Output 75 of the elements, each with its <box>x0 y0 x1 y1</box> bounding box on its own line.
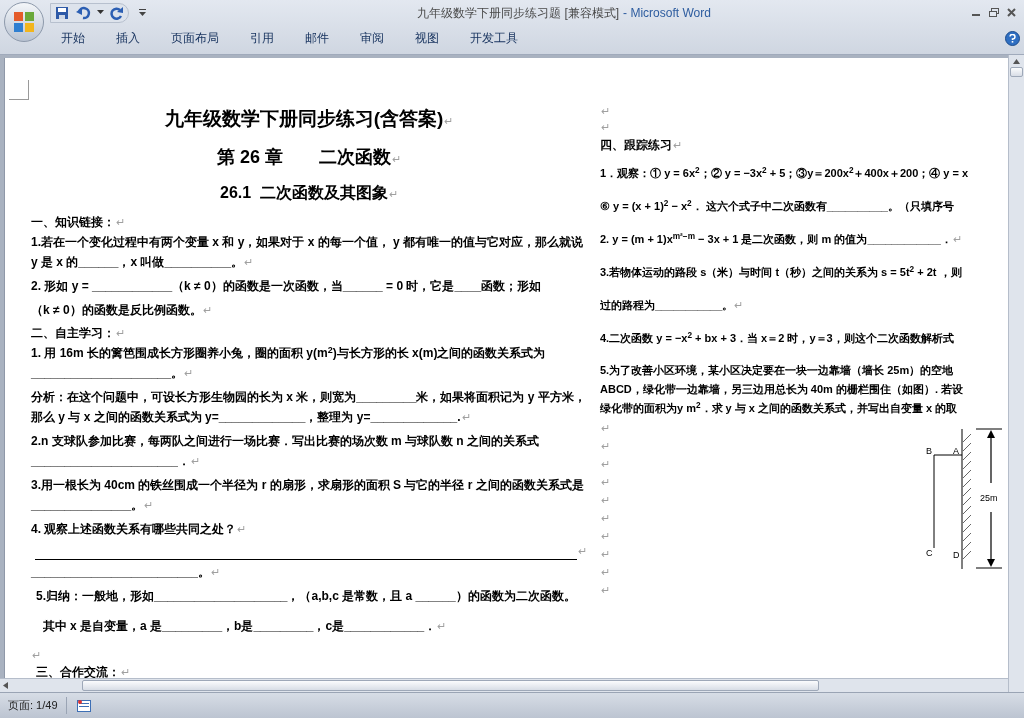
point-label: B <box>926 446 932 456</box>
paragraph-text: 1.若在一个变化过程中有两个变量 x 和 y，如果对于 x 的每一个值， y 都有唯一的值与它对应，那么就说 y 是 x 的______，x 叫做__________。↵ <box>31 235 584 269</box>
scroll-thumb[interactable] <box>1010 67 1023 77</box>
paragraph-mark: ↵ <box>601 422 610 434</box>
point-label: C <box>926 548 933 558</box>
scroll-up-icon[interactable] <box>1013 59 1020 64</box>
customize-toolbar-icon[interactable] <box>139 9 146 16</box>
paragraph-text: 过的路程为___________。↵ <box>600 299 744 311</box>
paragraph-text: 3.用一根长为 40cm 的铁丝围成一个半径为 r 的扇形，求扇形的面积 S 与它的半径 r 之间的函数关系式是_______________。↵ <box>31 478 584 512</box>
section-heading: 一、知识链接：↵ <box>31 215 125 229</box>
document-title: 第 26 章 二次函数↵ <box>217 147 401 167</box>
paragraph-text: _________________________。↵ <box>31 564 220 579</box>
office-button[interactable] <box>4 2 44 42</box>
help-icon[interactable] <box>1005 30 1020 46</box>
ribbon-tab[interactable]: 开始 <box>52 27 94 49</box>
paragraph-text: 三、合作交流：↵ <box>36 664 130 678</box>
paragraph-text: ⑥ y = (x + 1)$^{2}$ − x$^{2}$． 这六个式子中二次函数有__________。（只填序号 <box>600 200 954 212</box>
paragraph-text: 1. 用 16m 长的篱笆围成长方形圈养小兔，圈的面积 y(m$^{2}$)与长方形的长 x(m)之间的函数关系式为_____________________。↵ <box>31 346 546 380</box>
ribbon-tab[interactable]: 邮件 <box>296 27 338 49</box>
paragraph-text: （k ≠ 0）的函数是反比例函数。↵ <box>31 303 212 317</box>
paragraph-text: 2. 形如 y = ____________（k ≠ 0）的函数是一次函数，当______ = 0 时，它是____函数；形如 <box>31 279 542 293</box>
paragraph-mark: ↵ <box>601 548 610 560</box>
point-label: A <box>953 446 959 456</box>
paragraph-mark: ↵ <box>601 121 610 133</box>
paragraph-mark: ↵ <box>32 648 41 661</box>
paragraph-mark: ↵ <box>601 494 610 506</box>
paragraph-text: 2. y = (m + 1)x$^{m²−m}$ − 3x + 1 是二次函数，则 m 的值为____________．↵ <box>600 233 962 245</box>
paragraph-mark: ↵ <box>601 458 610 470</box>
paragraph-mark: ↵ <box>601 512 610 524</box>
scroll-thumb[interactable] <box>82 680 819 691</box>
paragraph-text: 5.为了改善小区环境，某小区决定要在一块一边靠墙（墙长 25m）的空地 <box>600 364 954 376</box>
caret-icon[interactable] <box>97 10 104 15</box>
paragraph-text: ABCD，绿化带一边靠墙，另三边用总长为 40m 的栅栏围住（如图）. 若设 <box>600 383 964 395</box>
point-label: D <box>953 550 960 560</box>
paragraph-mark: ↵ <box>578 544 587 559</box>
vertical-scrollbar[interactable] <box>1008 55 1024 692</box>
paragraph-mark: ↵ <box>601 566 610 578</box>
ribbon-tab[interactable]: 视图 <box>406 27 448 49</box>
paragraph-mark: ↵ <box>601 476 610 488</box>
page-corner-mark <box>9 80 29 100</box>
close-icon[interactable] <box>1007 8 1016 17</box>
ribbon-tab[interactable]: 开发工具 <box>461 27 527 49</box>
section-heading: 二、自主学习：↵ <box>31 326 125 340</box>
office-logo-icon <box>13 11 35 33</box>
paragraph-text: 绿化带的面积为y m$^{2}$．求 y 与 x 之间的函数关系式，并写出自变量 x 的取 <box>600 402 958 414</box>
scroll-left-icon[interactable] <box>3 682 8 689</box>
section-heading: 四、跟踪练习↵ <box>600 138 682 152</box>
document-title: 九年级数学下册同步练习(含答案)↵ <box>164 108 454 129</box>
undo-icon[interactable] <box>75 5 91 20</box>
paragraph-mark: ↵ <box>601 105 610 117</box>
paragraph-text: 5.归纳：一般地，形如____________________，（a,b,c 是常数，且 a ______）的函数为二次函数。 <box>36 588 576 603</box>
window-title: 九年级数学下册同步练习题 [兼容模式] <box>417 4 620 22</box>
restore-icon[interactable] <box>989 8 999 17</box>
save-icon[interactable] <box>55 5 69 20</box>
paragraph-text: 3.若物体运动的路段 s（米）与时间 t（秒）之间的关系为 s = 5t$^{2}$ + 2t ，则 <box>600 266 962 278</box>
paragraph-mark: ↵ <box>601 530 610 542</box>
ribbon-tab[interactable]: 插入 <box>107 27 149 49</box>
paragraph-mark: ↵ <box>601 584 610 596</box>
app-name: - Microsoft Word <box>623 4 711 22</box>
paragraph-text: 分析：在这个问题中，可设长方形生物园的长为 x 米，则宽为_________米，如果将面积记为 y 平方米，那么 y 与 x 之间的函数关系式为 y=_____________，整理为 y=_____________.↵ <box>31 390 586 424</box>
paragraph-text: 1．观察：① y = 6x$^{2}$；② y = −3x$^{2}$ + 5；③y＝200x$^{2}$＋400x＋200；④ y = x <box>600 167 969 179</box>
paragraph-text: 4. 观察上述函数关系有哪些共同之处？↵ <box>31 522 247 536</box>
redo-icon[interactable] <box>110 5 124 20</box>
ribbon-tab[interactable]: 引用 <box>241 27 283 49</box>
paragraph-text: 4.二次函数 y = −x$^{2}$ + bx + 3．当 x＝2 时，y＝3，则这个二次函数解析式 <box>600 332 954 344</box>
paragraph-text: 2.n 支球队参加比赛，每两队之间进行一场比赛．写出比赛的场次数 m 与球队数 n 之间的关系式______________________．↵ <box>31 434 539 468</box>
document-status-icon[interactable] <box>76 699 91 712</box>
horizontal-scrollbar[interactable] <box>0 678 1008 692</box>
document-title: 26.1 二次函数及其图象↵ <box>220 184 398 201</box>
ribbon-tab[interactable]: 页面布局 <box>162 27 228 49</box>
paragraph-mark: ↵ <box>601 440 610 452</box>
ribbon-tab[interactable]: 审阅 <box>351 27 393 49</box>
paragraph-text: 其中 x 是自变量，a 是_________，b是_________，c是____________．↵ <box>41 618 447 633</box>
length-label: 25m <box>980 493 998 503</box>
page-count[interactable]: 页面: 1/49 <box>0 697 67 714</box>
